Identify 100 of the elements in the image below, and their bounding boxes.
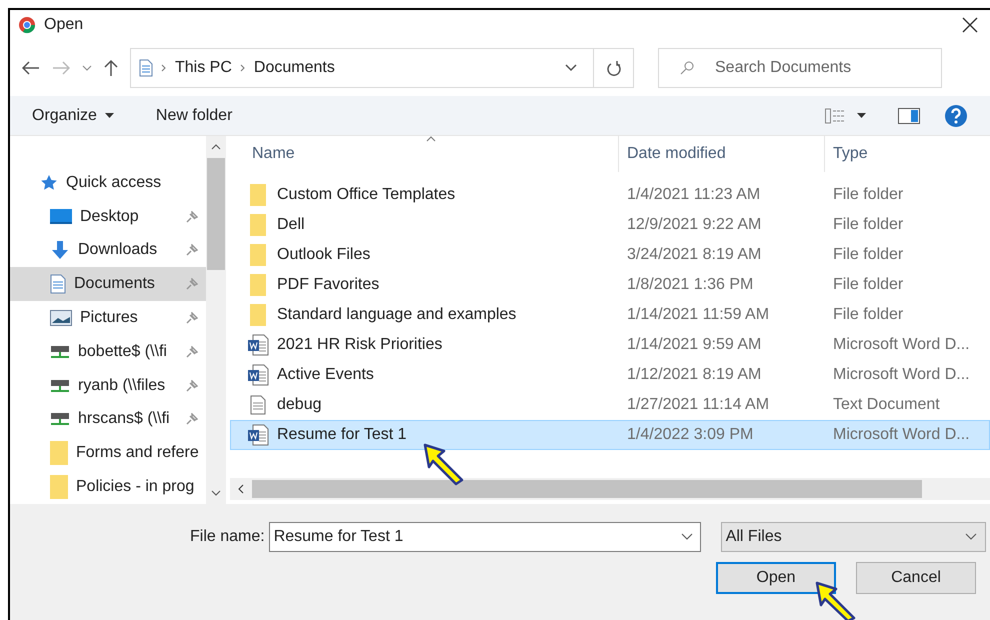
file-name-label: File name: xyxy=(190,527,265,547)
app-icon xyxy=(18,16,36,34)
file-name: Dell xyxy=(277,215,305,235)
sidebar-item[interactable]: Desktop xyxy=(10,200,206,234)
file-type: Text Document xyxy=(832,395,941,415)
cancel-button[interactable]: Cancel xyxy=(856,562,976,594)
organize-menu-button[interactable]: Organize xyxy=(32,104,114,128)
pointer-arrow-drawing xyxy=(814,580,858,620)
breadcrumb-item[interactable]: This PC xyxy=(175,56,232,80)
folder-icon xyxy=(250,244,266,266)
sidebar-item[interactable]: Quick access xyxy=(10,166,206,200)
sort-caret-icon xyxy=(426,136,436,142)
back-arrow-icon[interactable] xyxy=(22,61,40,75)
preview-pane-icon[interactable] xyxy=(898,108,920,124)
word-document-icon xyxy=(247,334,269,356)
refresh-icon[interactable] xyxy=(606,60,620,76)
scroll-down-icon[interactable] xyxy=(211,490,221,496)
file-name: Outlook Files xyxy=(277,245,370,265)
open-button[interactable]: Open xyxy=(716,562,836,594)
scrollbar-thumb[interactable] xyxy=(207,158,225,270)
search-field[interactable]: Search Documents xyxy=(658,48,942,88)
file-name: PDF Favorites xyxy=(277,275,380,295)
chevron-down-icon[interactable] xyxy=(82,65,92,71)
file-row[interactable]: Outlook Files 3/24/2021 8:19 AM File folder xyxy=(230,240,990,270)
sidebar-item[interactable]: hrscans$ (\\fi xyxy=(10,402,206,436)
folder-icon xyxy=(250,214,266,236)
caret-icon xyxy=(104,113,114,118)
word-document-icon xyxy=(247,424,269,446)
file-type: File folder xyxy=(832,215,904,235)
file-name: debug xyxy=(277,395,322,415)
file-type: File folder xyxy=(832,305,904,325)
file-type: File folder xyxy=(832,185,904,205)
sidebar-item[interactable]: Policies - in prog xyxy=(10,470,206,504)
scrollbar-thumb[interactable] xyxy=(252,480,922,498)
date-modified: 1/14/2021 9:59 AM xyxy=(626,335,762,355)
chevron-right-icon xyxy=(161,64,167,72)
close-icon[interactable] xyxy=(962,17,978,33)
chevron-down-icon[interactable] xyxy=(565,64,577,72)
file-row[interactable]: Active Events 1/12/2021 8:19 AM Microsoft Word D... xyxy=(230,360,990,390)
scroll-left-icon[interactable] xyxy=(238,484,244,494)
date-modified: 1/12/2021 8:19 AM xyxy=(626,365,762,385)
file-name: Resume for Test 1 xyxy=(277,425,407,445)
address-bar[interactable]: This PC Documents xyxy=(130,48,634,88)
date-modified: 1/8/2021 1:36 PM xyxy=(626,275,754,295)
caret-icon[interactable] xyxy=(857,113,866,118)
sidebar-item[interactable]: ryanb (\\files xyxy=(10,368,206,403)
sidebar-item[interactable]: Documents xyxy=(10,267,206,302)
date-modified: 1/4/2021 11:23 AM xyxy=(626,185,762,205)
chevron-down-icon xyxy=(964,533,977,541)
date-modified: 1/27/2021 11:14 AM xyxy=(626,395,770,415)
pin-icon[interactable] xyxy=(186,380,198,392)
file-type: Microsoft Word D... xyxy=(832,335,971,355)
file-row[interactable]: Resume for Test 1 1/4/2022 3:09 PM Microsoft Word D... xyxy=(230,420,990,450)
file-row[interactable]: Custom Office Templates 1/4/2021 11:23 AM File folder xyxy=(230,180,990,210)
pin-icon[interactable] xyxy=(186,312,198,324)
breadcrumb-item[interactable]: Documents xyxy=(254,56,335,80)
star-icon xyxy=(40,174,58,192)
column-header[interactable]: Name xyxy=(230,136,618,172)
chevron-down-icon[interactable] xyxy=(680,533,693,541)
column-header[interactable]: Date modified xyxy=(618,136,824,172)
view-options-icon[interactable] xyxy=(825,108,845,124)
date-modified: 12/9/2021 9:22 AM xyxy=(626,215,762,235)
scroll-up-icon[interactable] xyxy=(211,144,221,150)
date-modified: 1/4/2022 3:09 PM xyxy=(626,425,754,445)
sidebar-item[interactable]: Forms and refere xyxy=(10,436,206,470)
file-name: Custom Office Templates xyxy=(277,185,456,205)
file-row[interactable]: debug 1/27/2021 11:14 AM Text Document xyxy=(230,390,990,420)
search-icon xyxy=(680,61,694,75)
file-row[interactable]: Standard language and examples 1/14/2021 11:59 AM File folder xyxy=(230,300,990,330)
file-type: Microsoft Word D... xyxy=(832,425,971,445)
column-header[interactable]: Type xyxy=(824,136,990,172)
up-arrow-icon[interactable] xyxy=(104,59,118,77)
window-title: Open xyxy=(44,15,84,35)
folder-icon xyxy=(50,475,68,500)
file-row[interactable]: PDF Favorites 1/8/2021 1:36 PM File folder xyxy=(230,270,990,300)
sidebar-item[interactable]: Pictures xyxy=(10,301,206,335)
pin-icon[interactable] xyxy=(186,244,198,256)
date-modified: 3/24/2021 8:19 AM xyxy=(626,245,762,265)
file-type: Microsoft Word D... xyxy=(832,365,971,385)
folder-icon xyxy=(50,441,68,466)
chevron-right-icon xyxy=(240,64,246,72)
file-row[interactable]: 2021 HR Risk Priorities 1/14/2021 9:59 AM Microsoft Word D... xyxy=(230,330,990,360)
sidebar-item[interactable]: bobette$ (\\fi xyxy=(10,334,206,369)
sidebar-item[interactable]: Downloads xyxy=(10,234,206,268)
download-arrow-icon xyxy=(50,240,70,260)
help-icon[interactable] xyxy=(944,104,968,128)
folder-icon xyxy=(250,304,266,326)
file-type: File folder xyxy=(832,275,904,295)
new-folder-button[interactable]: New folder xyxy=(156,104,232,128)
pin-icon[interactable] xyxy=(186,346,198,358)
file-type-dropdown[interactable]: All Files xyxy=(720,522,986,552)
pin-icon[interactable] xyxy=(186,413,198,426)
file-row[interactable]: Dell 12/9/2021 9:22 AM File folder xyxy=(230,210,990,240)
folder-icon xyxy=(250,274,266,296)
monitor-icon xyxy=(50,208,72,226)
word-document-icon xyxy=(247,364,269,386)
pin-icon[interactable] xyxy=(186,210,198,223)
date-modified: 1/14/2021 11:59 AM xyxy=(626,305,770,325)
file-name: 2021 HR Risk Priorities xyxy=(277,335,442,355)
file-name-field[interactable]: Resume for Test 1 xyxy=(268,522,701,552)
